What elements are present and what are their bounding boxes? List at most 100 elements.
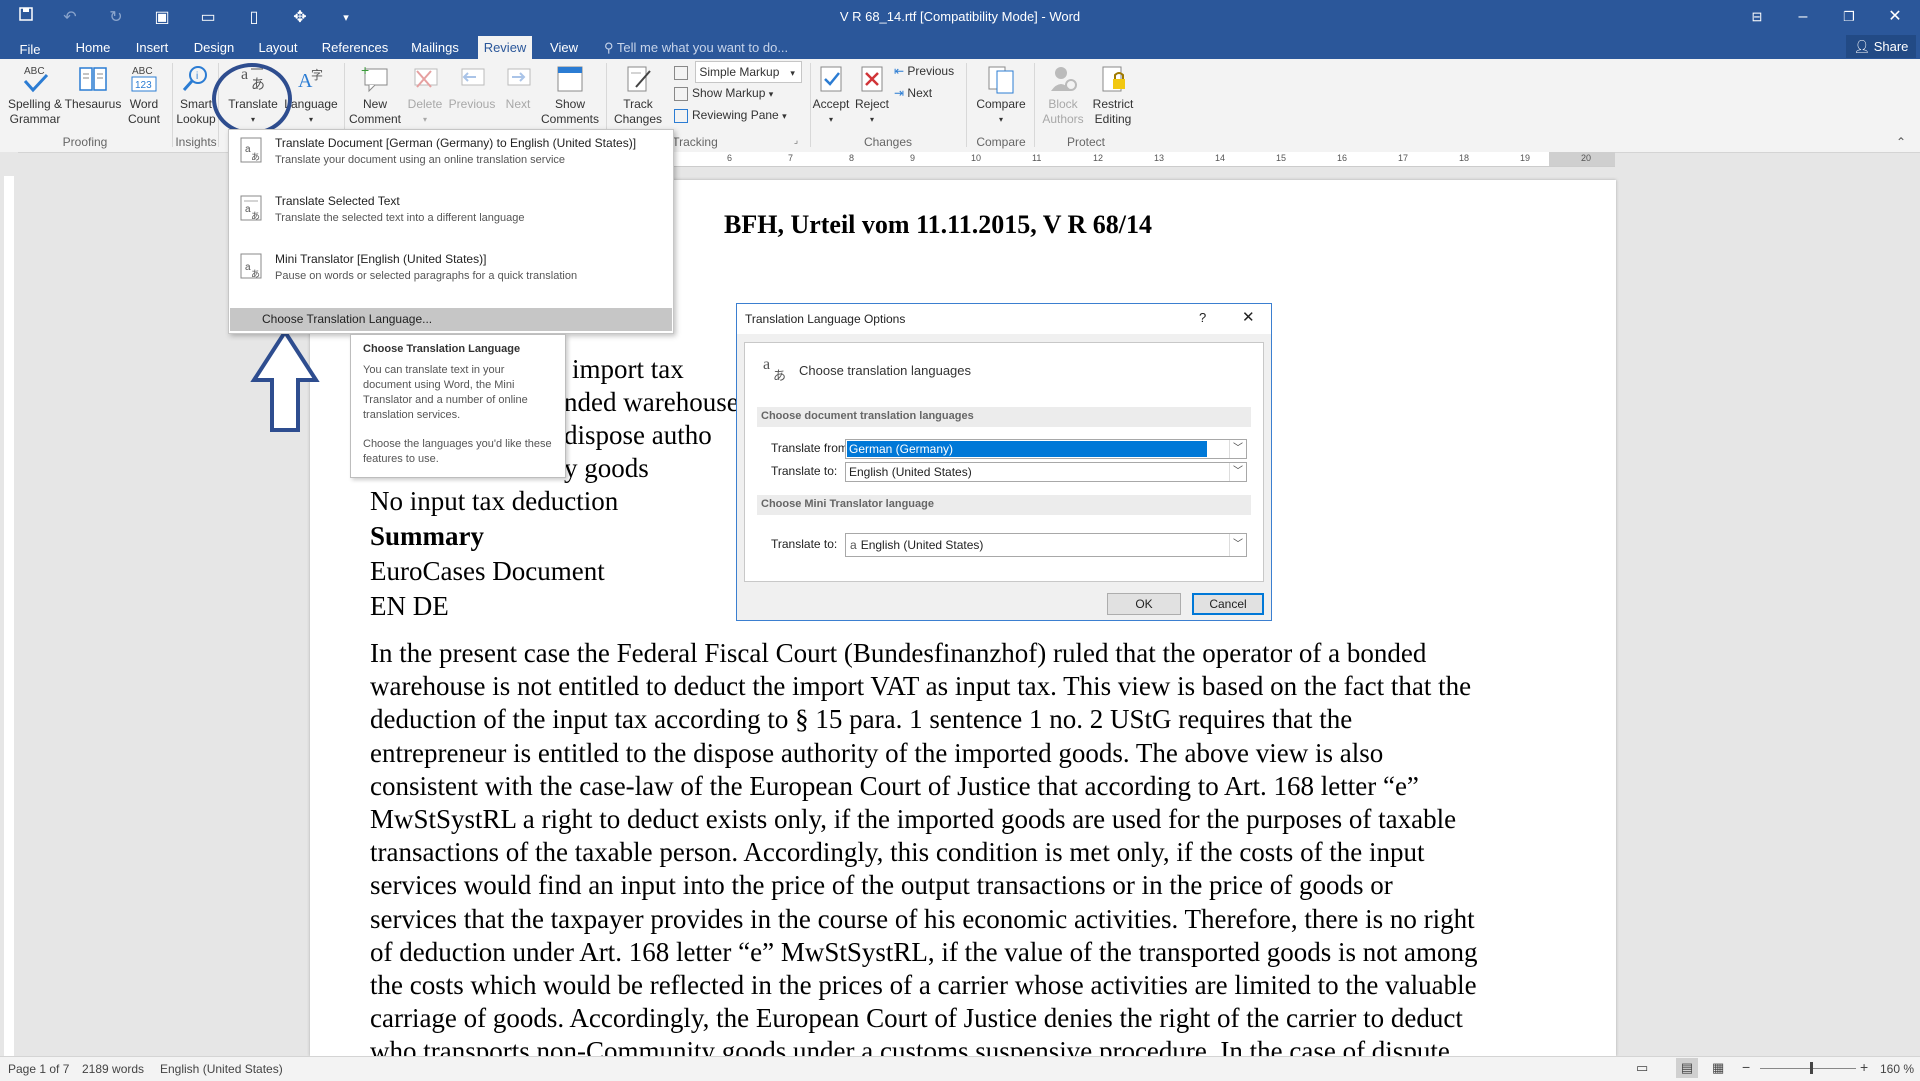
menu-item-mini-translator[interactable]: aあ Mini Translator [English (United Stat… [229, 244, 673, 300]
ruler-tick-label: 14 [1215, 153, 1226, 163]
zoom-out-button[interactable]: − [1742, 1059, 1750, 1075]
paragraph-line: transactions of the taxable person. Acco… [370, 837, 1425, 868]
read-mode-icon[interactable]: ▭ [1636, 1060, 1648, 1076]
zoom-slider[interactable] [1760, 1068, 1856, 1069]
tracking-options-launcher-icon[interactable]: ⌟ [791, 135, 801, 146]
previous-comment-button[interactable]: Previous [446, 63, 498, 112]
chevron-down-icon: ﹀ [1229, 534, 1246, 556]
magnifier-icon: i [182, 66, 207, 91]
tab-mailings[interactable]: Mailings [404, 36, 466, 59]
collapse-ribbon-icon[interactable]: ⌃ [1896, 135, 1906, 149]
tab-file[interactable]: File [8, 38, 52, 61]
dialog-title: Translation Language Options [745, 312, 906, 326]
menu-item-translate-selected[interactable]: aあ Translate Selected Text Translate the… [229, 186, 673, 242]
dialog-help-button[interactable]: ? [1199, 310, 1206, 325]
ribbon-display-options-icon[interactable]: ⊟ [1734, 0, 1780, 36]
ok-button[interactable]: OK [1107, 593, 1181, 615]
word-count[interactable]: 2189 words [82, 1062, 144, 1076]
tab-insert[interactable]: Insert [128, 36, 176, 59]
new-comment-button[interactable]: + New Comment [346, 63, 404, 127]
svg-text:あ: あ [251, 152, 260, 162]
accept-button[interactable]: Accept ▾ [808, 63, 854, 127]
translation-language-options-dialog: Translation Language Options ? ✕ aあ Choo… [736, 303, 1272, 621]
delete-comment-button[interactable]: Delete ▾ [404, 63, 446, 127]
paragraph-line: entrepreneur is entitled to the dispose … [370, 737, 1384, 768]
display-for-review-dropdown[interactable]: Simple Markup ▾ [674, 61, 803, 83]
minimize-button[interactable]: – [1780, 0, 1826, 36]
window-title: V R 68_14.rtf [Compatibility Mode] - Wor… [839, 9, 1081, 24]
translate-from-select[interactable]: German (Germany) ﹀ [845, 439, 1247, 459]
new-comment-icon: + [361, 63, 388, 93]
show-markup-icon [674, 86, 688, 101]
annotation-up-arrow-icon [250, 328, 320, 432]
show-markup-button[interactable]: Show Markup ▾ [674, 83, 773, 103]
doc-summary-heading: Summary [370, 521, 484, 551]
person-icon: 👤︎ [1853, 39, 1874, 54]
tab-home[interactable]: Home [66, 36, 120, 59]
tab-review[interactable]: Review [478, 36, 532, 59]
spelling-grammar-button[interactable]: ABC Spelling & Grammar [4, 63, 66, 127]
reject-icon [861, 66, 883, 92]
svg-text:あ: あ [251, 269, 260, 279]
dropdown-arrow-icon: ▾ [998, 115, 1003, 124]
word-count-button[interactable]: ABC 123 Word Count [124, 63, 164, 127]
menu-item-translate-document[interactable]: aあ Translate Document [German (Germany) … [229, 130, 673, 184]
vertical-ruler[interactable] [0, 152, 18, 1056]
block-authors-button[interactable]: Block Authors [1036, 63, 1090, 127]
translate-document-icon: aあ [240, 137, 262, 163]
paragraph-line: services would find an input into the pr… [370, 870, 1393, 901]
dialog-close-button[interactable]: ✕ [1242, 308, 1255, 326]
paragraph-line: carriage of goods. Accordingly, the Euro… [370, 1003, 1463, 1034]
close-window-button[interactable]: ✕ [1872, 0, 1918, 36]
paragraph-line: MwStSystRL a right to deduct exists only… [370, 804, 1457, 834]
smart-lookup-button[interactable]: i Smart Lookup [176, 63, 216, 127]
zoom-level[interactable]: 160 % [1880, 1062, 1914, 1076]
section-header-mini-translator: Choose Mini Translator language [757, 495, 1251, 515]
web-layout-icon[interactable]: ▦ [1712, 1060, 1724, 1076]
previous-change-button[interactable]: ⇤ Previous [894, 61, 954, 81]
print-layout-icon[interactable]: ▤ [1676, 1058, 1698, 1078]
dropdown-arrow-icon: ▾ [782, 111, 787, 121]
dropdown-arrow-icon: ▾ [869, 115, 874, 124]
zoom-in-button[interactable]: + [1860, 1059, 1868, 1075]
group-insights-label: Insights [175, 135, 217, 149]
share-button[interactable]: 👤︎ Share [1846, 35, 1916, 58]
divider [1034, 63, 1035, 147]
tooltip-title: Choose Translation Language [363, 343, 521, 355]
reject-button[interactable]: Reject ▾ [852, 63, 892, 127]
vertical-ruler-track [4, 176, 14, 1056]
reviewing-pane-button[interactable]: Reviewing Pane ▾ [674, 105, 787, 125]
ruler-tick-label: 10 [971, 153, 982, 163]
paragraph-line: consistent with the case-law of the Euro… [370, 770, 1419, 801]
thesaurus-button[interactable]: Thesaurus [64, 63, 122, 112]
status-bar: Page 1 of 7 2189 words English (United S… [0, 1056, 1920, 1081]
tab-references[interactable]: References [318, 36, 392, 59]
ruler-tick-label: 17 [1398, 153, 1409, 163]
tab-view[interactable]: View [544, 36, 584, 59]
group-compare-label: Compare [976, 135, 1026, 149]
restrict-editing-button[interactable]: Restrict Editing [1088, 63, 1138, 127]
page-count[interactable]: Page 1 of 7 [8, 1062, 69, 1076]
dialog-heading: Choose translation languages [799, 363, 972, 378]
show-comments-button[interactable]: Show Comments [540, 63, 600, 127]
paragraph-line: services that the taxpayer provides in t… [370, 903, 1475, 934]
chevron-down-icon: ﹀ [1229, 463, 1246, 481]
doc-line-partial-4: y goods [564, 453, 649, 483]
tab-layout[interactable]: Layout [252, 36, 304, 59]
language-indicator[interactable]: English (United States) [160, 1062, 283, 1076]
tab-design[interactable]: Design [188, 36, 240, 59]
tell-me-box[interactable]: ⚲ Tell me what you want to do... [604, 36, 804, 59]
divider [966, 63, 967, 147]
ribbon-tabs: File Home Insert Design Layout Reference… [0, 35, 1920, 61]
menu-item-choose-translation-language[interactable]: Choose Translation Language... [230, 308, 672, 331]
translate-to-select[interactable]: English (United States) ﹀ [845, 462, 1247, 482]
next-comment-button[interactable]: Next [498, 63, 538, 112]
restore-button[interactable]: ❐ [1826, 0, 1872, 36]
zoom-slider-thumb[interactable] [1810, 1062, 1813, 1074]
next-change-button[interactable]: ⇥ Next [894, 83, 932, 103]
track-changes-button[interactable]: Track Changes [610, 63, 666, 127]
next-comment-icon [507, 68, 531, 86]
cancel-button[interactable]: Cancel [1192, 593, 1264, 615]
compare-button[interactable]: Compare ▾ [972, 63, 1030, 127]
mini-translate-to-select[interactable]: a English (United States) ﹀ [845, 533, 1247, 557]
